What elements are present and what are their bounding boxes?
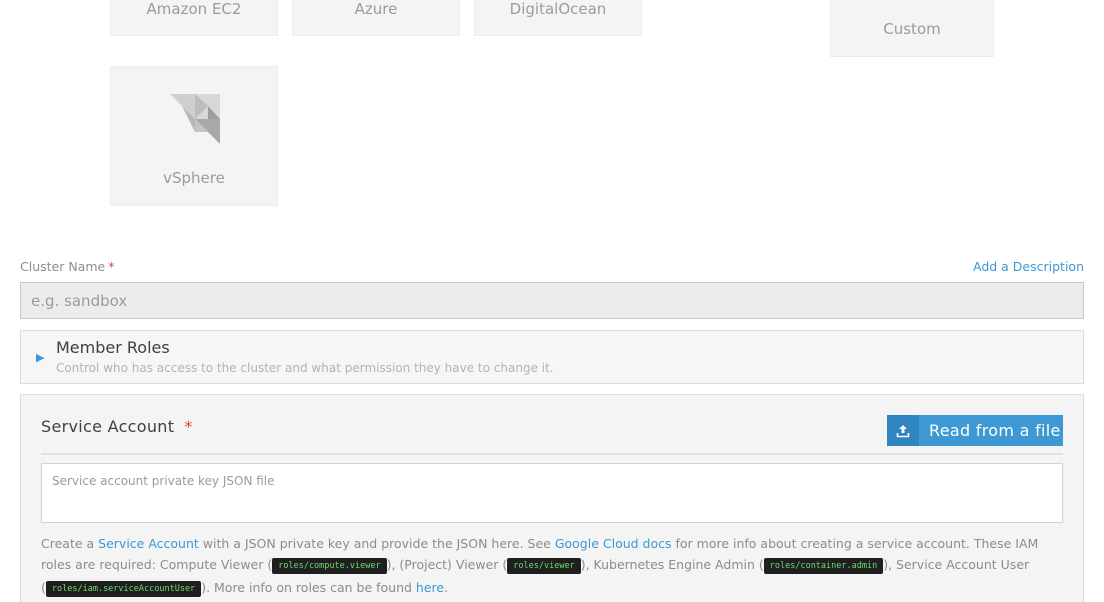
read-from-file-button[interactable]: Read from a file bbox=[887, 415, 1063, 446]
cluster-name-label-text: Cluster Name bbox=[20, 259, 106, 274]
triangle-right-icon: ▶ bbox=[36, 351, 45, 364]
section-divider bbox=[41, 453, 1063, 455]
service-account-title: Service Account * bbox=[41, 417, 193, 436]
service-account-json-textarea[interactable] bbox=[41, 463, 1063, 523]
read-from-file-label: Read from a file bbox=[929, 421, 1061, 440]
cluster-name-input[interactable] bbox=[20, 282, 1084, 319]
provider-label: Custom bbox=[883, 20, 941, 38]
role-code-compute-viewer: roles/compute.viewer bbox=[272, 558, 387, 574]
google-cloud-docs-link[interactable]: Google Cloud docs bbox=[555, 536, 672, 551]
member-roles-title: Member Roles bbox=[56, 338, 170, 357]
required-mark: * bbox=[108, 259, 115, 274]
provider-tile-custom[interactable]: Custom bbox=[830, 0, 994, 57]
provider-label: DigitalOcean bbox=[509, 0, 607, 18]
service-account-help-text: Create a Service Account with a JSON pri… bbox=[41, 536, 1039, 597]
provider-tile-vsphere[interactable]: vSphere bbox=[110, 66, 278, 206]
service-account-title-text: Service Account bbox=[41, 417, 175, 436]
vsphere-logo-icon bbox=[170, 94, 220, 144]
provider-tile-amazon-ec2[interactable]: Amazon EC2 bbox=[110, 0, 278, 36]
role-code-service-account-user: roles/iam.serviceAccountUser bbox=[45, 581, 202, 597]
member-roles-subtitle: Control who has access to the cluster an… bbox=[56, 361, 554, 375]
service-account-link[interactable]: Service Account bbox=[98, 536, 199, 551]
cluster-name-label: Cluster Name * bbox=[20, 259, 114, 274]
provider-label: vSphere bbox=[163, 169, 225, 187]
required-mark: * bbox=[184, 417, 193, 436]
service-account-section: Service Account * Read from a file Create… bbox=[20, 394, 1084, 602]
provider-label: Amazon EC2 bbox=[146, 0, 242, 18]
provider-tile-digitalocean[interactable]: DigitalOcean bbox=[474, 0, 642, 36]
role-code-container-admin: roles/container.admin bbox=[763, 558, 884, 574]
provider-tile-azure[interactable]: Azure bbox=[292, 0, 460, 36]
provider-label: Azure bbox=[354, 0, 398, 18]
role-code-viewer: roles/viewer bbox=[507, 558, 581, 574]
upload-icon bbox=[887, 415, 919, 446]
add-description-link[interactable]: Add a Description bbox=[973, 259, 1084, 274]
roles-info-link[interactable]: here bbox=[416, 580, 444, 595]
member-roles-accordion[interactable]: ▶ Member Roles Control who has access to… bbox=[20, 330, 1084, 384]
